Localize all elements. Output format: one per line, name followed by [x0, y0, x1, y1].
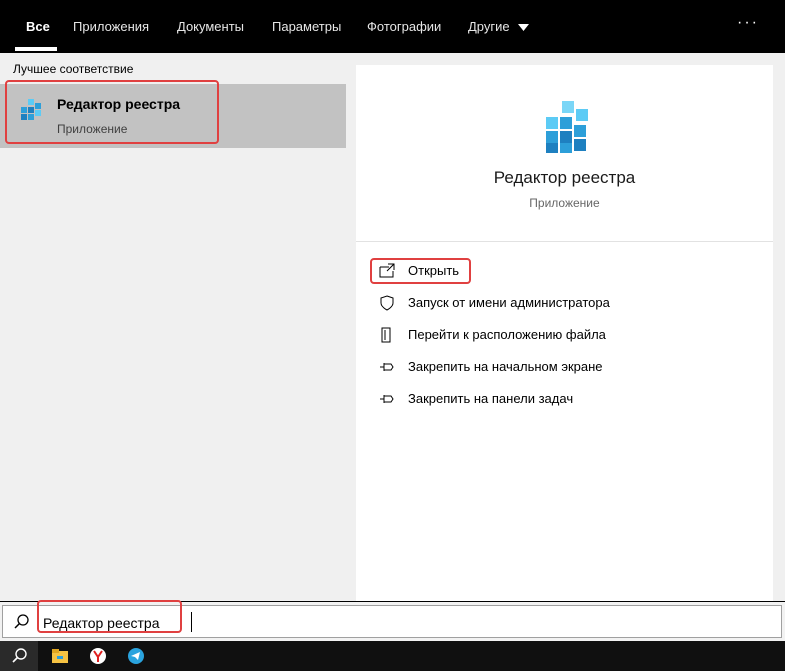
telegram-icon — [128, 648, 144, 664]
chevron-down-icon — [518, 24, 530, 32]
action-pin-to-taskbar-label: Закрепить на панели задач — [408, 391, 574, 406]
taskbar-search-button[interactable] — [0, 641, 38, 671]
search-icon — [14, 614, 29, 629]
action-pin-to-start-label: Закрепить на начальном экране — [408, 359, 603, 374]
action-open-file-location-label: Перейти к расположению файла — [408, 327, 606, 342]
action-pin-to-taskbar[interactable]: Закрепить на панели задач — [370, 388, 730, 410]
action-pin-to-start[interactable]: Закрепить на начальном экране — [370, 356, 730, 378]
file-explorer-icon — [52, 649, 68, 663]
text-caret — [191, 612, 192, 632]
admin-shield-icon — [380, 295, 394, 311]
tab-apps[interactable]: Приложения — [73, 0, 149, 53]
more-options-button[interactable]: ··· — [737, 0, 759, 53]
taskbar-telegram[interactable] — [116, 641, 154, 671]
tab-other[interactable]: Другие — [468, 0, 530, 53]
taskbar-file-explorer[interactable] — [40, 641, 78, 671]
tab-other-label: Другие — [468, 19, 510, 34]
action-run-as-admin-label: Запуск от имени администратора — [408, 295, 610, 310]
tab-documents[interactable]: Документы — [177, 0, 244, 53]
yandex-browser-icon — [90, 648, 106, 664]
taskbar — [0, 641, 785, 671]
file-location-icon — [381, 327, 391, 343]
detail-title: Редактор реестра — [493, 168, 636, 187]
active-tab-indicator — [15, 47, 57, 51]
tab-all[interactable]: Все — [26, 0, 50, 53]
taskbar-yandex-browser[interactable] — [78, 641, 116, 671]
detail-panel: Редактор реестра Приложение Открыть Запу… — [356, 65, 773, 601]
highlight-box-search — [37, 600, 182, 633]
tab-photos[interactable]: Фотографии — [367, 0, 441, 53]
detail-subtitle: Приложение — [529, 196, 600, 210]
search-icon — [12, 648, 27, 663]
action-open-file-location[interactable]: Перейти к расположению файла — [370, 324, 730, 346]
divider — [356, 241, 773, 242]
highlight-box-result — [5, 80, 219, 144]
pin-icon — [380, 395, 394, 403]
tab-settings[interactable]: Параметры — [272, 0, 341, 53]
highlight-box-open — [370, 258, 471, 284]
search-filter-bar: Все Приложения Документы Параметры Фотог… — [0, 0, 785, 53]
best-match-header: Лучшее соответствие — [13, 62, 134, 76]
action-run-as-admin[interactable]: Запуск от имени администратора — [370, 292, 730, 314]
pin-icon — [380, 363, 394, 371]
registry-editor-large-icon — [546, 101, 588, 153]
